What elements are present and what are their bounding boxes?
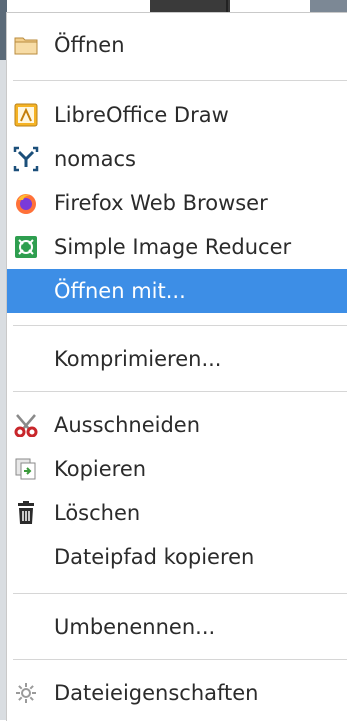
- menu-item-rename[interactable]: Umbenennen...: [7, 605, 347, 649]
- menu-item-cut[interactable]: Ausschneiden: [7, 403, 347, 447]
- menu-item-label: nomacs: [54, 147, 136, 171]
- menu-item-label: LibreOffice Draw: [54, 103, 229, 127]
- copy-icon: [13, 456, 39, 482]
- trash-icon: [13, 500, 39, 526]
- menu-item-properties[interactable]: Dateieigenschaften: [7, 671, 347, 715]
- menu-item-compress[interactable]: Komprimieren...: [7, 337, 347, 381]
- menu-separator: [13, 80, 347, 81]
- image-reducer-icon: [13, 234, 39, 260]
- menu-item-label: Komprimieren...: [54, 347, 222, 371]
- menu-item-label: Öffnen mit...: [54, 279, 186, 303]
- menu-item-copy[interactable]: Kopieren: [7, 447, 347, 491]
- menu-separator: [13, 593, 347, 594]
- gear-icon: [13, 680, 39, 706]
- firefox-icon: [13, 190, 39, 216]
- background-thumbnail: [150, 0, 230, 12]
- scissors-icon: [13, 412, 39, 438]
- menu-item-libreoffice-draw[interactable]: LibreOffice Draw: [7, 93, 347, 137]
- menu-item-label: Löschen: [54, 501, 141, 525]
- menu-separator: [13, 659, 347, 660]
- menu-item-firefox[interactable]: Firefox Web Browser: [7, 181, 347, 225]
- menu-item-label: Umbenennen...: [54, 615, 216, 639]
- menu-item-simple-image-reducer[interactable]: Simple Image Reducer: [7, 225, 347, 269]
- menu-separator: [13, 325, 347, 326]
- menu-item-open[interactable]: Öffnen: [7, 23, 347, 67]
- menu-item-copy-path[interactable]: Dateipfad kopieren: [7, 535, 347, 579]
- menu-item-label: Firefox Web Browser: [54, 191, 268, 215]
- folder-icon: [13, 32, 39, 58]
- menu-item-label: Ausschneiden: [54, 413, 201, 437]
- menu-item-label: Öffnen: [54, 33, 125, 57]
- menu-item-label: Kopieren: [54, 457, 147, 481]
- menu-item-nomacs[interactable]: nomacs: [7, 137, 347, 181]
- nomacs-icon: [13, 146, 39, 172]
- menu-item-delete[interactable]: Löschen: [7, 491, 347, 535]
- menu-item-label: Simple Image Reducer: [54, 235, 292, 259]
- libreoffice-draw-icon: [13, 102, 39, 128]
- menu-item-open-with[interactable]: Öffnen mit...: [7, 269, 347, 313]
- menu-separator: [13, 391, 347, 392]
- menu-item-label: Dateipfad kopieren: [54, 545, 255, 569]
- menu-item-label: Dateieigenschaften: [54, 681, 259, 705]
- context-menu: Öffnen LibreOffice Draw nomacs Firefox W…: [6, 12, 347, 721]
